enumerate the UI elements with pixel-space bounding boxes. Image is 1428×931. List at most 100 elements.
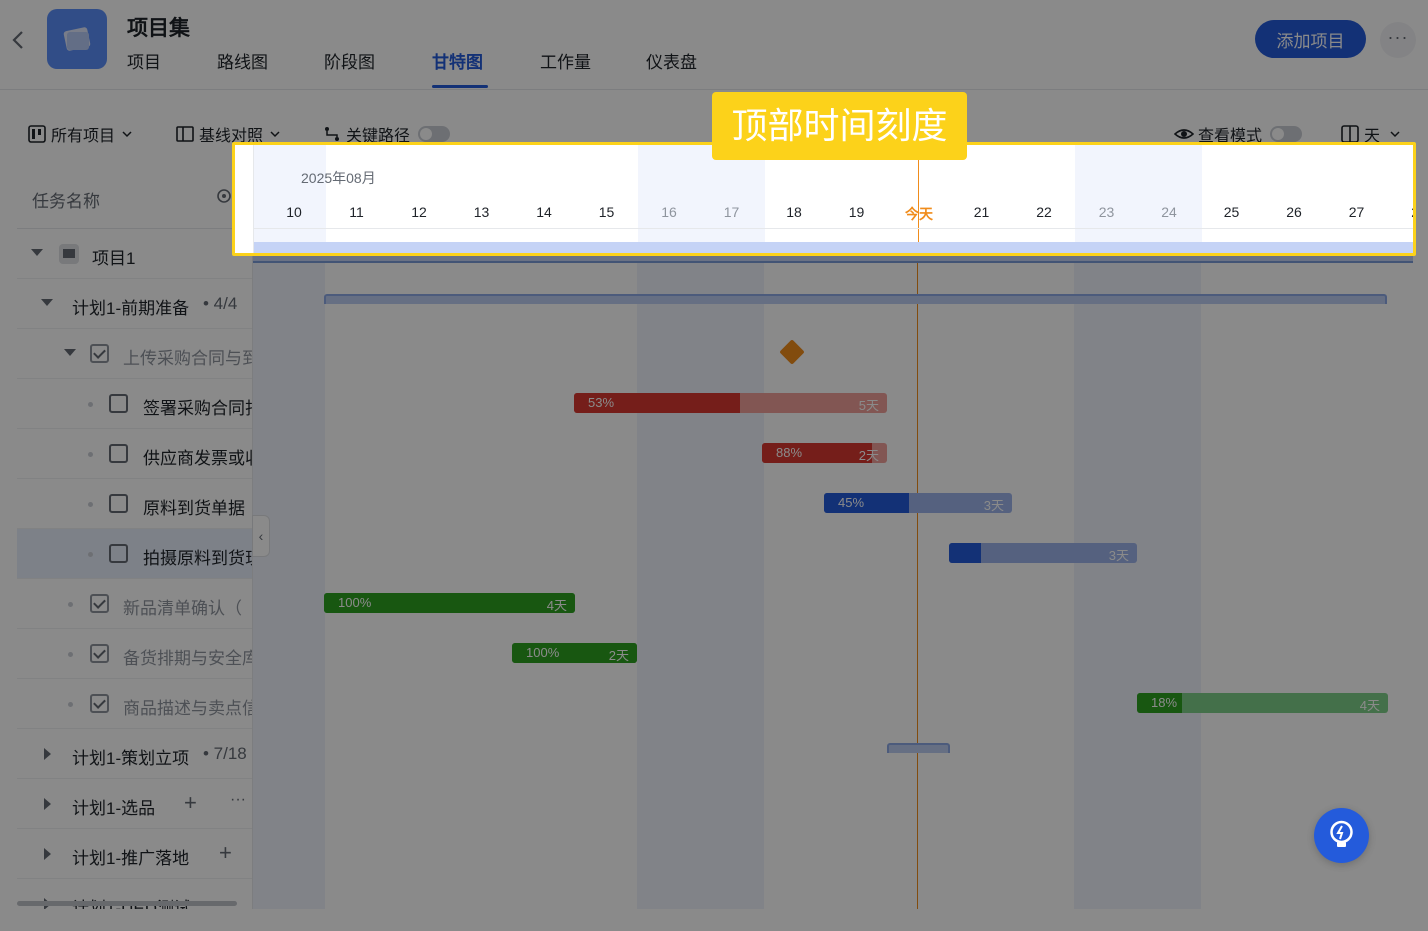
gantt-chart: 2025年08月 10 11 12 13 14 15 16 17 18 19 今天 21 22 23 24 2…	[253, 163, 1413, 909]
task-bar-progress	[824, 493, 909, 513]
task-name: 拍摄原料到货现	[143, 549, 253, 568]
tab-phase[interactable]: 阶段图	[324, 48, 432, 88]
day-tick: 13	[473, 204, 490, 220]
tab-dashboard[interactable]: 仪表盘	[646, 48, 716, 88]
task-checkbox[interactable]	[90, 694, 109, 713]
task-row-plan-planning[interactable]: 计划1-策划立项 • 7/18	[17, 729, 252, 779]
task-name: 新品清单确认（	[123, 599, 242, 618]
task-bar-percent: 53%	[588, 395, 615, 410]
bullet-dot	[88, 452, 93, 457]
task-progress-count: • 7/18	[203, 744, 247, 763]
task-name: 计划1-前期准备	[72, 299, 190, 318]
task-name: 计划1-策划立项	[72, 749, 190, 768]
plan-summary-bracket[interactable]	[887, 743, 950, 753]
task-row-photo-arrival[interactable]: 拍摄原料到货现	[17, 529, 252, 579]
day-tick-today: 今天	[905, 206, 933, 222]
bullet-dot	[68, 602, 73, 607]
day-tick: 26	[1286, 204, 1302, 220]
task-bar[interactable]: 53% 5天	[574, 393, 887, 413]
task-bar[interactable]: 100% 2天	[512, 643, 637, 663]
task-bar-duration: 5天	[858, 398, 879, 413]
task-bar-percent: 100%	[338, 595, 372, 610]
chevron-down-icon	[270, 131, 280, 138]
day-tick: 11	[349, 204, 364, 220]
add-subtask-icon[interactable]: +	[184, 790, 197, 816]
task-bar-duration: 3天	[983, 498, 1004, 513]
task-bar-duration: 2天	[608, 648, 629, 663]
back-icon[interactable]	[8, 28, 30, 52]
task-checkbox[interactable]	[109, 394, 128, 413]
task-bar[interactable]: 100% 4天	[324, 593, 575, 613]
task-checkbox[interactable]	[109, 544, 128, 563]
expand-caret-icon[interactable]	[44, 798, 51, 810]
critical-path-switch[interactable]	[418, 126, 451, 142]
tab-gantt[interactable]: 甘特图	[432, 48, 488, 88]
task-bar[interactable]: 18% 4天	[1137, 693, 1388, 713]
all-projects-dropdown[interactable]: 所有项目	[27, 122, 138, 146]
task-bar[interactable]: 3天	[949, 543, 1137, 563]
tab-workload[interactable]: 工作量	[540, 48, 646, 88]
day-tick: 14	[536, 204, 552, 220]
task-bar[interactable]: 88% 2天	[762, 443, 887, 463]
weekend-column	[1074, 163, 1201, 909]
bullet-dot	[68, 652, 73, 657]
task-row-invoice[interactable]: 供应商发票或收	[17, 429, 252, 479]
more-icon[interactable]: ···	[230, 791, 246, 809]
task-bar-percent: 18%	[1151, 695, 1178, 710]
task-checkbox[interactable]	[90, 644, 109, 663]
help-fab-button[interactable]	[1314, 808, 1369, 863]
task-row-plan-select[interactable]: 计划1-选品 + ···	[17, 779, 252, 829]
day-tick: 27	[1348, 204, 1365, 220]
collapse-caret-icon[interactable]	[41, 299, 53, 306]
plan-summary-bracket[interactable]	[324, 294, 1387, 304]
task-row-arrival-docs[interactable]: 原料到货单据	[17, 479, 252, 529]
task-row-plan-prep[interactable]: 计划1-前期准备 • 4/4	[17, 279, 252, 329]
project-set-logo-icon	[47, 9, 107, 69]
task-row-sign-contract[interactable]: 签署采购合同扫	[17, 379, 252, 429]
panel-edge	[235, 145, 254, 253]
tab-roadmap[interactable]: 路线图	[217, 48, 324, 88]
collapse-caret-icon[interactable]	[64, 349, 76, 356]
task-row-new-product-list[interactable]: 新品清单确认（	[17, 579, 252, 629]
bullet-dot	[88, 502, 93, 507]
expand-caret-icon[interactable]	[44, 748, 51, 760]
task-bar-duration: 4天	[546, 598, 567, 613]
today-line	[918, 145, 919, 253]
task-bar-progress	[949, 543, 981, 563]
task-name: 上传采购合同与到	[123, 349, 253, 368]
expand-caret-icon[interactable]	[44, 848, 51, 860]
more-options-button[interactable]: ···	[1380, 22, 1416, 58]
task-checkbox[interactable]	[109, 444, 128, 463]
day-tick: 25	[1223, 204, 1240, 220]
project-icon	[59, 244, 79, 264]
milestone-diamond[interactable]	[779, 339, 805, 365]
day-tick: 18	[786, 204, 802, 220]
task-checkbox[interactable]	[109, 494, 128, 513]
task-row-product-desc[interactable]: 商品描述与卖点信	[17, 679, 252, 729]
add-subtask-icon[interactable]: +	[219, 840, 232, 866]
settings-icon[interactable]	[215, 187, 233, 205]
task-checkbox[interactable]	[90, 594, 109, 613]
day-tick: 23	[1098, 204, 1115, 220]
task-row-project[interactable]: 项目1	[17, 229, 252, 279]
app-root: 项目集 项目 路线图 阶段图 甘特图 工作量 仪表盘 添加项目 ··· 所有项目…	[0, 0, 1428, 931]
horizontal-scrollbar[interactable]	[17, 901, 237, 906]
view-mode-switch[interactable]	[1270, 126, 1303, 142]
columns-icon	[1341, 125, 1359, 143]
task-row-upload-contract[interactable]: 上传采购合同与到	[17, 329, 252, 379]
add-project-button[interactable]: 添加项目	[1255, 20, 1366, 58]
collapse-panel-handle[interactable]: ‹	[252, 515, 270, 557]
weekend-column	[637, 163, 764, 909]
task-bar-duration: 3天	[1108, 548, 1129, 563]
task-name: 备货排期与安全库	[123, 649, 253, 668]
baseline-icon	[176, 126, 194, 142]
task-row-stock-schedule[interactable]: 备货排期与安全库	[17, 629, 252, 679]
task-checkbox[interactable]	[90, 344, 109, 363]
task-name: 项目1	[92, 249, 136, 268]
collapse-caret-icon[interactable]	[31, 249, 43, 256]
task-row-plan-promotion[interactable]: 计划1-推广落地 +	[17, 829, 252, 879]
weekend-column	[1075, 145, 1202, 253]
weekend-column	[638, 145, 765, 253]
task-bar[interactable]: 45% 3天	[824, 493, 1012, 513]
tab-projects[interactable]: 项目	[127, 48, 217, 88]
